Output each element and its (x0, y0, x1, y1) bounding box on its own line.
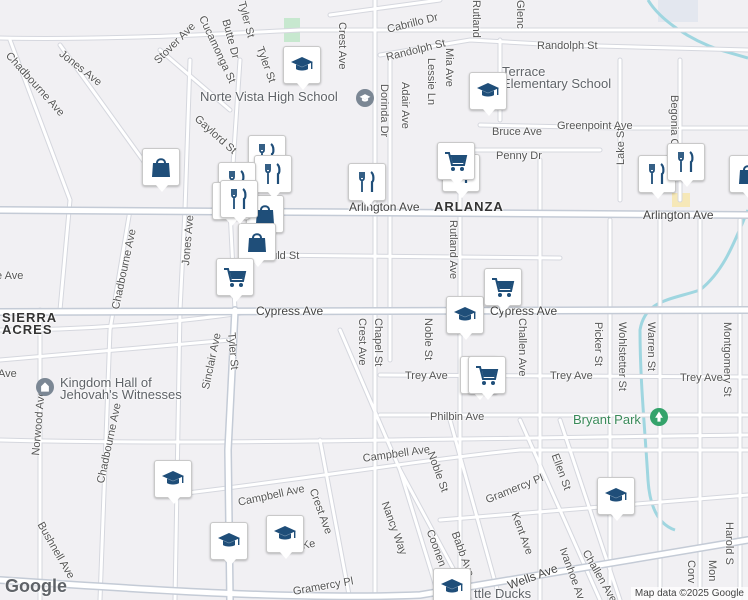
shopping-marker[interactable] (142, 148, 180, 192)
bryant-park-icon[interactable] (650, 408, 668, 426)
map-attribution[interactable]: Map data ©2025 Google (630, 587, 748, 600)
shopping-cart-icon (490, 274, 516, 300)
label-trey-ave-3: Trey Ave (680, 372, 723, 384)
norte-vista-icon[interactable] (356, 89, 374, 107)
shopping-bag-icon (148, 154, 174, 180)
label-chapel-st: Chapel St (372, 318, 384, 367)
label-philbin-ave: Philbin Ave (430, 411, 485, 423)
school-marker[interactable] (446, 296, 484, 340)
graduation-cap-icon (603, 483, 629, 509)
school-marker[interactable] (469, 72, 507, 116)
label-terrace-elementary: Terrace Elementary School (502, 64, 612, 91)
school-marker[interactable] (266, 515, 304, 559)
label-crest-ave-mid: Crest Ave (356, 318, 368, 366)
label-little-ducks: ttle Ducks (474, 586, 532, 600)
school-marker[interactable] (433, 568, 471, 600)
label-sierra-acres: SIERRA ACRES (2, 310, 58, 337)
map-canvas[interactable]: Cabrillo Dr Randolph St Randolph St Rutland… (0, 0, 748, 600)
label-lessie-ln: Lessie Ln (425, 58, 437, 106)
label-arlington-ave-e: Arlington Ave (643, 208, 714, 222)
label-kingdom-hall: Kingdom Hall of Jehovah's Witnesses (60, 375, 182, 402)
shopping-marker[interactable] (238, 223, 276, 267)
label-mon: Mon (706, 560, 718, 582)
label-arlanza: ARLANZA (434, 199, 504, 214)
label-corv: Corv (685, 560, 697, 584)
fork-knife-icon (354, 169, 380, 195)
grocery-marker[interactable] (216, 258, 254, 302)
kingdom-hall-icon[interactable] (36, 378, 54, 396)
shopping-bag-icon (244, 229, 270, 255)
label-lake-st: Lake St (615, 127, 627, 165)
restaurant-marker[interactable] (220, 180, 258, 224)
google-logo: Google (5, 576, 67, 596)
label-ave-w: Ave (0, 368, 17, 380)
graduation-cap-icon (272, 521, 298, 547)
label-penny-dr: Penny Dr (496, 150, 542, 162)
label-glenc: Glenc (514, 0, 526, 29)
restaurant-marker[interactable] (254, 155, 292, 199)
label-crest-ave-top: Crest Ave (336, 22, 348, 70)
label-noble-st-mid: Noble St (422, 318, 434, 361)
grocery-marker[interactable] (484, 268, 522, 312)
graduation-cap-icon (289, 52, 315, 78)
label-arlington-ave-c: Arlington Ave (349, 200, 420, 214)
label-randolph-st-e: Randolph St (537, 40, 598, 52)
label-picker-st: Picker St (592, 322, 604, 367)
label-mia-ave: Mia Ave (443, 48, 455, 87)
label-warren-st: Warren St (645, 322, 657, 372)
label-harold-st: Harold S (723, 522, 735, 565)
label-rutland-top: Rutland (470, 0, 482, 38)
label-challen-ave-mid: Challen Ave (516, 318, 528, 377)
grocery-marker[interactable] (437, 142, 475, 186)
school-marker[interactable] (283, 46, 321, 90)
shopping-cart-icon (474, 362, 500, 388)
label-cypress-ave-w: Cypress Ave (256, 304, 324, 318)
label-wohlstetter-st: Wohlstetter St (616, 322, 628, 391)
fork-knife-icon (673, 149, 699, 175)
label-bruce-ave: Bruce Ave (492, 126, 542, 138)
label-dorinda-dr: Dorinda Dr (378, 84, 390, 138)
graduation-cap-icon (216, 528, 242, 554)
shopping-bag-icon (735, 161, 748, 187)
school-marker[interactable] (154, 460, 192, 504)
label-bryant-park: Bryant Park (573, 412, 641, 427)
shopping-marker[interactable] (729, 155, 748, 199)
label-norte-vista: Norte Vista High School (200, 89, 338, 104)
label-trey-ave-1: Trey Ave (405, 370, 448, 382)
fork-knife-icon (260, 161, 286, 187)
grocery-marker[interactable] (468, 356, 506, 400)
label-adair-ave: Adair Ave (399, 82, 411, 129)
label-montgomery-st: Montgomery St (721, 322, 733, 397)
school-marker[interactable] (597, 477, 635, 521)
restaurant-marker[interactable] (348, 163, 386, 207)
graduation-cap-icon (452, 302, 478, 328)
shopping-cart-icon (222, 264, 248, 290)
label-w-ave: e Ave (0, 270, 24, 282)
label-rutland-ave: Rutland Ave (447, 220, 459, 280)
label-trey-ave-2: Trey Ave (550, 370, 593, 382)
shopping-cart-icon (443, 148, 469, 174)
graduation-cap-icon (475, 78, 501, 104)
graduation-cap-icon (160, 466, 186, 492)
graduation-cap-icon (439, 574, 465, 600)
restaurant-marker[interactable] (667, 143, 705, 187)
school-marker[interactable] (210, 522, 248, 566)
fork-knife-icon (226, 186, 252, 212)
